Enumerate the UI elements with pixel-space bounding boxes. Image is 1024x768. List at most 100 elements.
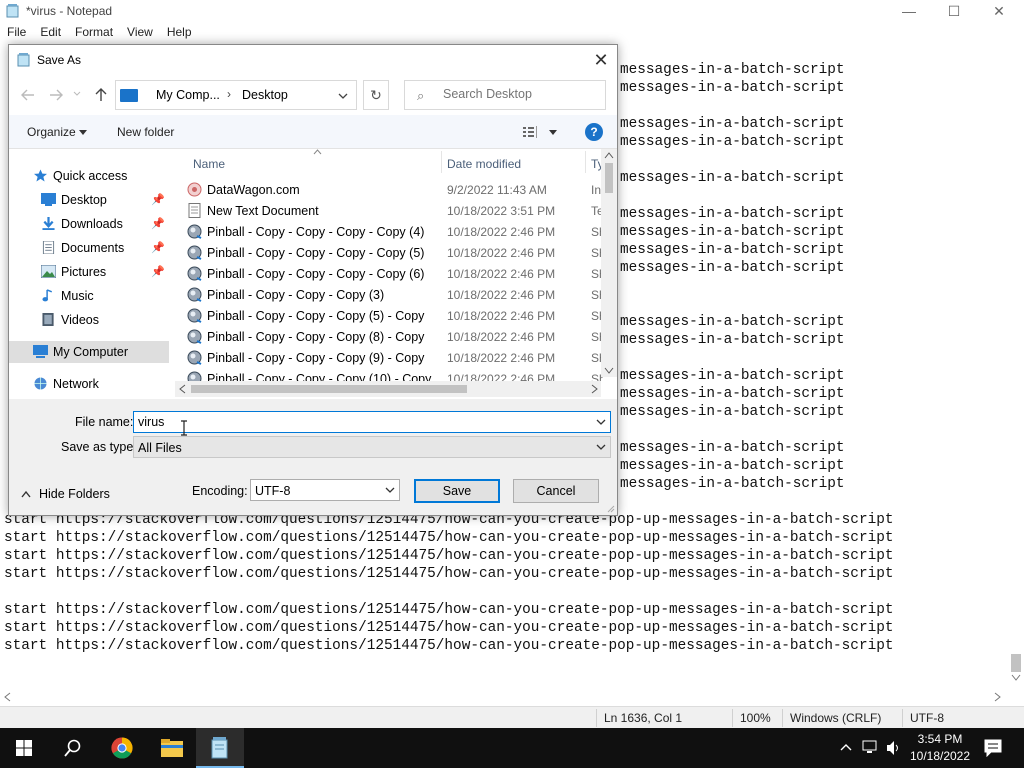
music-icon (42, 289, 53, 302)
nav-item-my-computer[interactable]: My Computer (9, 341, 169, 363)
menu-view[interactable]: View (120, 22, 160, 42)
computer-icon (120, 89, 138, 102)
window-title: *virus - Notepad (26, 4, 113, 18)
column-date-modified[interactable]: Date modified (447, 157, 521, 171)
menu-file[interactable]: File (0, 22, 33, 42)
encoding-select[interactable]: UTF-8 (250, 479, 400, 501)
notifications-icon[interactable] (984, 739, 1002, 757)
taskbar-notepad[interactable] (196, 728, 244, 768)
text-line: start https://stackoverflow.com/question… (4, 602, 894, 618)
network-icon (34, 377, 47, 390)
file-name: New Text Document (207, 204, 319, 218)
file-name-combobox[interactable] (133, 411, 611, 433)
dialog-close-button[interactable]: ✕ (589, 49, 613, 71)
nav-item-pictures[interactable]: Pictures 📌 (9, 261, 169, 283)
recent-locations-chevron-icon[interactable] (73, 91, 81, 97)
scrollbar-thumb[interactable] (605, 163, 613, 193)
nav-item-videos[interactable]: Videos (9, 309, 169, 331)
nav-item-downloads[interactable]: Downloads 📌 (9, 213, 169, 235)
file-name-input[interactable] (138, 415, 578, 429)
scroll-right-icon[interactable] (591, 384, 598, 394)
breadcrumb[interactable]: My Comp... › Desktop (115, 80, 357, 110)
pinball-icon (187, 350, 202, 365)
file-row[interactable]: Pinball - Copy - Copy - Copy (3) 10/18/20… (175, 284, 603, 305)
view-options-icon[interactable] (523, 126, 541, 138)
show-hidden-icons-chevron-icon[interactable] (840, 743, 852, 751)
menu-format[interactable]: Format (68, 22, 120, 42)
start-button[interactable] (0, 728, 48, 768)
file-row[interactable]: New Text Document 10/18/2022 3:51 PM Te (175, 200, 603, 221)
up-arrow-icon[interactable] (95, 88, 107, 102)
nav-item-desktop[interactable]: Desktop 📌 (9, 189, 169, 211)
search-box[interactable]: ⌕ (404, 80, 606, 110)
save-as-type-label: Save as type: (61, 440, 137, 454)
chevron-down-icon[interactable] (385, 487, 395, 494)
save-button[interactable]: Save (414, 479, 500, 503)
hide-folders-label: Hide Folders (39, 487, 110, 501)
search-input[interactable] (443, 87, 593, 101)
scroll-left-icon[interactable] (179, 384, 186, 394)
new-folder-button[interactable]: New folder (117, 125, 174, 139)
cancel-button[interactable]: Cancel (513, 479, 599, 503)
star-icon (34, 169, 47, 182)
file-date-modified: 10/18/2022 2:46 PM (447, 225, 556, 239)
breadcrumb-my-computer[interactable]: My Comp... (156, 88, 220, 102)
vertical-scrollbar[interactable] (1008, 42, 1024, 688)
hide-folders-button[interactable]: Hide Folders (21, 485, 131, 505)
file-row[interactable]: DataWagon.com 9/2/2022 11:43 AM In (175, 179, 601, 200)
back-arrow-icon[interactable] (21, 89, 35, 101)
file-row[interactable]: Pinball - Copy - Copy - Copy (5) - Copy 1… (175, 305, 603, 326)
file-date-modified: 10/18/2022 2:46 PM (447, 288, 556, 302)
nav-item-music[interactable]: Music (9, 285, 169, 307)
minimize-button[interactable]: — (886, 0, 932, 22)
text-line: messages-in-a-batch-script (620, 224, 845, 240)
nav-item-network[interactable]: Network (9, 373, 169, 395)
forward-arrow-icon[interactable] (49, 89, 63, 101)
close-button[interactable]: ✕ (976, 0, 1022, 22)
save-as-type-select[interactable]: All Files (133, 436, 611, 458)
horizontal-scrollbar[interactable] (0, 688, 1008, 704)
network-status-icon[interactable] (862, 740, 880, 756)
maximize-button[interactable]: ☐ (931, 0, 977, 22)
scroll-down-icon[interactable] (1011, 674, 1021, 682)
file-row[interactable]: Pinball - Copy - Copy - Copy - Copy (6) 1… (175, 263, 603, 284)
file-row[interactable]: Pinball - Copy - Copy - Copy (9) - Copy 1… (175, 347, 603, 368)
file-row[interactable]: Pinball - Copy - Copy - Copy - Copy (4) 1… (175, 221, 603, 242)
taskbar-chrome[interactable] (98, 728, 146, 768)
text-line: messages-in-a-batch-script (620, 62, 845, 78)
refresh-button[interactable]: ↻ (363, 80, 389, 110)
column-name[interactable]: Name (193, 157, 225, 171)
chevron-down-icon[interactable] (596, 419, 606, 426)
breadcrumb-desktop[interactable]: Desktop (242, 88, 288, 102)
scrollbar-thumb[interactable] (1011, 654, 1021, 672)
text-line: messages-in-a-batch-script (620, 116, 845, 132)
scroll-right-icon[interactable] (994, 692, 1002, 702)
scroll-left-icon[interactable] (4, 692, 12, 702)
chevron-down-icon[interactable] (596, 444, 606, 451)
file-list-vertical-scrollbar[interactable] (601, 149, 617, 377)
taskbar-search-button[interactable] (48, 728, 96, 768)
resize-grip-icon[interactable] (605, 503, 615, 513)
file-name: Pinball - Copy - Copy - Copy (5) - Copy (207, 309, 425, 323)
menu-edit[interactable]: Edit (33, 22, 68, 42)
organize-button[interactable]: Organize (27, 125, 76, 139)
file-list-horizontal-scrollbar[interactable] (175, 381, 601, 397)
scroll-up-icon[interactable] (604, 152, 614, 159)
scroll-down-icon[interactable] (604, 367, 614, 374)
column-divider[interactable] (585, 151, 586, 173)
nav-item-quick-access[interactable]: Quick access (9, 165, 169, 187)
taskbar-file-explorer[interactable] (148, 728, 196, 768)
status-encoding: UTF-8 (910, 711, 944, 725)
column-divider[interactable] (441, 151, 442, 173)
scrollbar-thumb[interactable] (191, 385, 467, 393)
taskbar-clock[interactable]: 3:54 PM 10/18/2022 (900, 731, 980, 765)
chevron-down-icon[interactable] (338, 93, 348, 100)
view-dropdown-icon[interactable] (549, 130, 557, 135)
help-icon[interactable]: ? (585, 123, 603, 141)
nav-item-documents[interactable]: Documents 📌 (9, 237, 169, 259)
file-row[interactable]: Pinball - Copy - Copy - Copy - Copy (5) 1… (175, 242, 603, 263)
menu-help[interactable]: Help (160, 22, 199, 42)
file-row[interactable]: Pinball - Copy - Copy - Copy (8) - Copy 1… (175, 326, 603, 347)
organize-dropdown-icon[interactable] (79, 130, 87, 135)
chevron-up-icon (21, 490, 31, 498)
